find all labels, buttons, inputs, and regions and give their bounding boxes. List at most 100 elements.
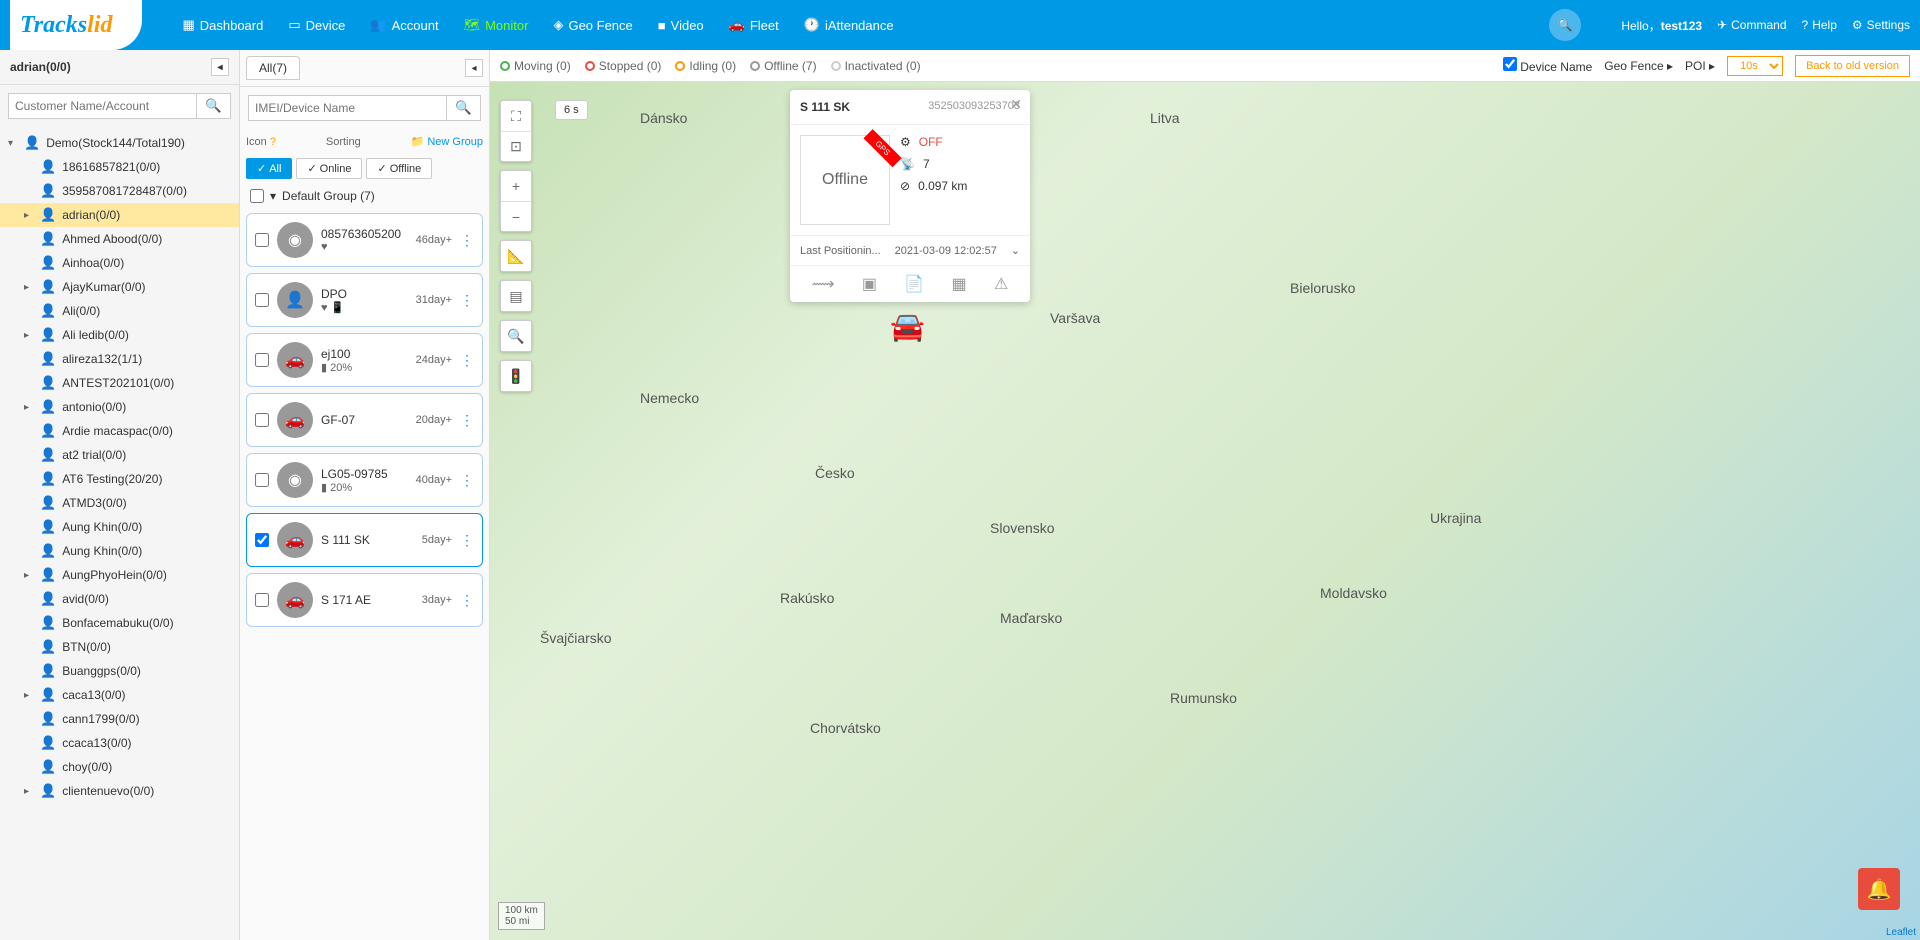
tree-node[interactable]: 👤ccaca13(0/0)	[0, 731, 239, 755]
filter-all[interactable]: ✓ All	[246, 158, 292, 179]
nav-video[interactable]: ■Video	[658, 17, 704, 33]
device-checkbox[interactable]	[255, 233, 269, 247]
tree-node[interactable]: 👤Ainhoa(0/0)	[0, 251, 239, 275]
map[interactable]: DánskoLitvaNemeckoBieloruskoVaršavaČesko…	[490, 50, 1920, 940]
tree-node[interactable]: 👤at2 trial(0/0)	[0, 443, 239, 467]
tree-node[interactable]: ▸👤AjayKumar(0/0)	[0, 275, 239, 299]
device-checkbox[interactable]	[255, 593, 269, 607]
popup-terminal-button[interactable]: ▣	[862, 274, 877, 294]
filter-offline[interactable]: ✓ Offline	[366, 158, 432, 179]
device-checkbox[interactable]	[255, 473, 269, 487]
device-panel-collapse-button[interactable]: ◂	[465, 59, 483, 77]
status-offline[interactable]: Offline (7)	[750, 59, 816, 73]
tree-node[interactable]: ▾👤Demo(Stock144/Total190)	[0, 131, 239, 155]
tree-node[interactable]: 👤Aung Khin(0/0)	[0, 539, 239, 563]
settings-link[interactable]: ⚙Settings	[1852, 18, 1910, 32]
customer-search-input[interactable]	[8, 93, 197, 119]
tree-node[interactable]: 👤359587081728487(0/0)	[0, 179, 239, 203]
device-menu-button[interactable]: ⋮	[460, 532, 474, 549]
popup-route-button[interactable]: ⟿	[812, 274, 835, 294]
tree-node[interactable]: 👤18616857821(0/0)	[0, 155, 239, 179]
device-item[interactable]: ◉ LG05-09785▮ 20% 40day+ ⋮	[246, 453, 483, 507]
fit-button[interactable]: ⊡	[501, 131, 531, 161]
nav-fleet[interactable]: 🚗Fleet	[729, 17, 779, 33]
group-checkbox[interactable]	[250, 189, 264, 203]
tree-node[interactable]: 👤Ardie macaspac(0/0)	[0, 419, 239, 443]
tree-node[interactable]: 👤BTN(0/0)	[0, 635, 239, 659]
tree-node[interactable]: 👤avid(0/0)	[0, 587, 239, 611]
new-group-link[interactable]: 📁 New Group	[411, 135, 483, 148]
tree-node[interactable]: ▸👤AungPhyoHein(0/0)	[0, 563, 239, 587]
popup-alert-button[interactable]: ⚠	[994, 274, 1008, 294]
refresh-select[interactable]: 10s	[1727, 56, 1783, 76]
device-menu-button[interactable]: ⋮	[460, 232, 474, 249]
device-item[interactable]: ◉ 085763605200♥ 46day+ ⋮	[246, 213, 483, 267]
status-stopped[interactable]: Stopped (0)	[585, 59, 662, 73]
search-map-button[interactable]: 🔍	[501, 321, 531, 351]
fullscreen-button[interactable]: ⛶	[501, 101, 531, 131]
device-checkbox[interactable]	[255, 293, 269, 307]
status-idling[interactable]: Idling (0)	[675, 59, 736, 73]
popup-close-button[interactable]: ✕	[1010, 96, 1022, 113]
device-menu-button[interactable]: ⋮	[460, 592, 474, 609]
status-moving[interactable]: Moving (0)	[500, 59, 571, 73]
measure-button[interactable]: 📐	[501, 241, 531, 271]
tree-node[interactable]: 👤ANTEST202101(0/0)	[0, 371, 239, 395]
tree-node[interactable]: 👤choy(0/0)	[0, 755, 239, 779]
tree-node[interactable]: 👤cann1799(0/0)	[0, 707, 239, 731]
command-link[interactable]: ✈Command	[1717, 18, 1786, 32]
device-item[interactable]: 🚗 GF-07 20day+ ⋮	[246, 393, 483, 447]
vehicle-marker[interactable]: 🚘	[890, 310, 925, 343]
device-item[interactable]: 👤 DPO♥ 📱 31day+ ⋮	[246, 273, 483, 327]
nav-geofence[interactable]: ◈Geo Fence	[553, 17, 632, 33]
filter-online[interactable]: ✓ Online	[296, 158, 362, 179]
nav-attendance[interactable]: 🕐iAttendance	[804, 17, 894, 33]
group-row[interactable]: ▾ Default Group (7)	[240, 183, 489, 209]
map-container[interactable]: Moving (0) Stopped (0) Idling (0) Offlin…	[490, 50, 1920, 940]
tree-node[interactable]: 👤Bonfacemabuku(0/0)	[0, 611, 239, 635]
nav-device[interactable]: ▭Device	[288, 17, 345, 33]
device-menu-button[interactable]: ⋮	[460, 352, 474, 369]
layers-button[interactable]: ▤	[501, 281, 531, 311]
sorting-link[interactable]: Sorting	[326, 136, 361, 148]
popup-report-button[interactable]: 📄	[904, 274, 924, 294]
back-old-version-button[interactable]: Back to old version	[1795, 55, 1910, 77]
device-menu-button[interactable]: ⋮	[460, 292, 474, 309]
nav-dashboard[interactable]: ▦Dashboard	[182, 17, 263, 33]
header-search-button[interactable]: 🔍	[1549, 9, 1581, 41]
device-tab-all[interactable]: All(7)	[246, 56, 300, 80]
tree-node[interactable]: ▸👤antonio(0/0)	[0, 395, 239, 419]
tree-node[interactable]: ▸👤adrian(0/0)	[0, 203, 239, 227]
alarm-button[interactable]: 🔔	[1858, 868, 1900, 910]
device-search-button[interactable]: 🔍	[447, 95, 481, 121]
device-name-toggle[interactable]: Device Name	[1503, 57, 1592, 74]
popup-position-row[interactable]: Last Positionin... 2021-03-09 12:02:57 ⌄	[790, 235, 1030, 265]
poi-dropdown[interactable]: POI ▸	[1685, 59, 1715, 73]
sidebar-collapse-button[interactable]: ◂	[211, 58, 229, 76]
popup-fence-button[interactable]: ▦	[952, 274, 967, 294]
device-menu-button[interactable]: ⋮	[460, 412, 474, 429]
tree-node[interactable]: 👤AT6 Testing(20/20)	[0, 467, 239, 491]
device-checkbox[interactable]	[255, 353, 269, 367]
tree-node[interactable]: 👤Aung Khin(0/0)	[0, 515, 239, 539]
device-checkbox[interactable]	[255, 533, 269, 547]
tree-node[interactable]: 👤ATMD3(0/0)	[0, 491, 239, 515]
geofence-dropdown[interactable]: Geo Fence ▸	[1604, 59, 1673, 73]
tree-node[interactable]: ▸👤clientenuevo(0/0)	[0, 779, 239, 803]
nav-monitor[interactable]: 🗺Monitor	[464, 17, 529, 33]
nav-account[interactable]: 👥Account	[370, 17, 438, 33]
status-inactivated[interactable]: Inactivated (0)	[831, 59, 921, 73]
tree-node[interactable]: 👤Ali(0/0)	[0, 299, 239, 323]
tree-node[interactable]: ▸👤caca13(0/0)	[0, 683, 239, 707]
zoom-out-button[interactable]: −	[501, 201, 531, 231]
device-search-input[interactable]	[248, 95, 447, 121]
tree-node[interactable]: 👤Buanggps(0/0)	[0, 659, 239, 683]
tree-node[interactable]: 👤Ahmed Abood(0/0)	[0, 227, 239, 251]
zoom-in-button[interactable]: +	[501, 171, 531, 201]
tree-node[interactable]: 👤alireza132(1/1)	[0, 347, 239, 371]
customer-search-button[interactable]: 🔍	[197, 93, 231, 119]
device-item[interactable]: 🚗 ej100▮ 20% 24day+ ⋮	[246, 333, 483, 387]
device-item[interactable]: 🚗 S 171 AE 3day+ ⋮	[246, 573, 483, 627]
device-item[interactable]: 🚗 S 111 SK 5day+ ⋮	[246, 513, 483, 567]
tree-node[interactable]: ▸👤Ali ledib(0/0)	[0, 323, 239, 347]
